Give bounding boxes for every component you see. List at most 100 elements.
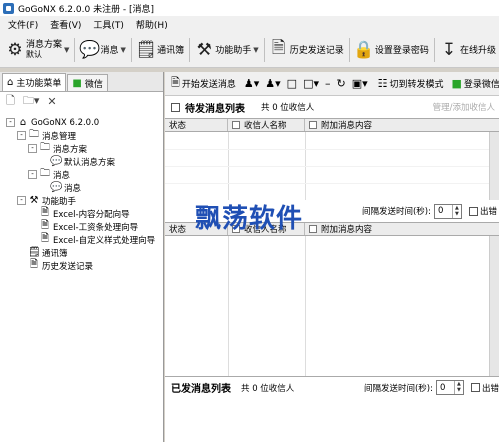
- history-label: 历史发送记录: [289, 46, 344, 56]
- message-label: 消息: [100, 46, 119, 56]
- new-folder-icon[interactable]: 🗀▾: [23, 92, 40, 111]
- tree-item[interactable]: - 🗀 消息: [0, 168, 163, 181]
- column-status[interactable]: 状态: [165, 119, 228, 131]
- spin-arrows-icon[interactable]: ▲ ▼: [451, 204, 461, 218]
- menu-view[interactable]: 查看(V): [44, 18, 87, 31]
- pending-scrollbar[interactable]: [489, 132, 499, 200]
- attach-button[interactable]: □: [285, 77, 301, 90]
- lock-icon: 🔒: [353, 39, 375, 60]
- column-status-label: 状态: [169, 225, 187, 235]
- attach-column-checkbox[interactable]: [309, 121, 317, 129]
- upgrade-button[interactable]: ↧ 在线升级: [436, 35, 499, 65]
- tree-item[interactable]: 🗎 历史发送记录: [0, 259, 163, 272]
- minus-icon: –: [324, 77, 331, 90]
- spin-arrows-icon[interactable]: ▲ ▼: [453, 381, 463, 394]
- sent-interval-label: 间隔发送时间(秒):: [363, 383, 433, 394]
- tree-item-label: Excel-自定义样式处理向导: [53, 235, 156, 246]
- pending-select-all-checkbox[interactable]: [171, 102, 180, 112]
- document-icon: 🗎: [271, 38, 286, 58]
- attach-column-checkbox[interactable]: [309, 225, 317, 233]
- tree-expander-icon[interactable]: -: [17, 196, 26, 205]
- interval-value: 0: [437, 206, 444, 216]
- sent-scrollbar[interactable]: [489, 236, 499, 376]
- tree-item[interactable]: 💬 消息: [0, 181, 163, 194]
- tree-item[interactable]: 🗎 Excel-工资条处理向导: [0, 220, 163, 233]
- column-attach[interactable]: 附加消息内容: [305, 119, 489, 131]
- import-icon: □▾: [303, 77, 319, 90]
- recipient-options-button[interactable]: ♟▾: [263, 77, 284, 90]
- tree-item-label: 通讯簿: [42, 248, 68, 259]
- tree-item[interactable]: - ⚒ 功能助手: [0, 194, 163, 207]
- manage-recipients-link[interactable]: 管理/添加收信人: [433, 101, 495, 113]
- menu-help[interactable]: 帮助(H): [130, 18, 174, 31]
- send-icon: 🗎: [171, 76, 180, 89]
- column-attach[interactable]: 附加消息内容: [305, 223, 489, 235]
- recipient-column-checkbox[interactable]: [232, 121, 240, 129]
- contacts-button[interactable]: 🗒 通讯簿: [133, 35, 187, 65]
- import-button[interactable]: □▾: [301, 77, 323, 90]
- pending-list-title: 待发消息列表: [185, 103, 245, 115]
- chevron-down-icon[interactable]: ▼: [121, 46, 126, 54]
- chat-icon: 💬: [50, 182, 63, 193]
- wechat-icon: ■: [72, 77, 82, 89]
- error-checkbox[interactable]: [468, 206, 478, 216]
- add-recipient-button[interactable]: ♟▾: [242, 77, 263, 90]
- tree-item[interactable]: - 🗀 消息方案: [0, 142, 163, 155]
- tab-main-menu[interactable]: ⌂ 主功能菜单: [2, 73, 67, 91]
- message-button[interactable]: 💬 消息 ▼: [77, 35, 129, 65]
- left-tabs: ⌂ 主功能菜单 ■ 微信: [0, 72, 163, 92]
- sent-error-checkbox[interactable]: [470, 383, 480, 392]
- remove-button[interactable]: –: [323, 77, 335, 90]
- message-scheme-button[interactable]: ⚙ 消息方案 默认 ▼: [2, 35, 72, 65]
- title-bar: GoGoNX 6.2.0.0 未注册 - [消息]: [0, 0, 499, 16]
- start-send-label: 开始发送消息: [181, 80, 236, 90]
- tree-expander-icon[interactable]: -: [28, 144, 37, 153]
- tree-item[interactable]: 💬 默认消息方案: [0, 155, 163, 168]
- tree-item-label: 消息方案: [53, 144, 88, 155]
- tree-item[interactable]: - ⌂ GoGoNX 6.2.0.0: [0, 116, 163, 129]
- column-recipient[interactable]: 收信人名称: [228, 119, 305, 131]
- interval-stepper[interactable]: 0 ▲ ▼: [433, 203, 462, 219]
- contacts-label: 通讯簿: [157, 46, 185, 56]
- navigation-tree: - ⌂ GoGoNX 6.2.0.0- 🗀 消息管理 - 🗀 消息方案 💬 默认消息方案 - 🗀 消息 💬…: [0, 110, 163, 272]
- menu-tools[interactable]: 工具(T): [87, 18, 130, 31]
- tree-expander-icon[interactable]: -: [6, 118, 15, 127]
- chat-icon: 💬: [50, 156, 63, 167]
- pending-grid[interactable]: [165, 132, 499, 200]
- tree-expander-icon[interactable]: -: [28, 170, 37, 179]
- assistant-button[interactable]: ⚒ 功能助手 ▼: [191, 35, 261, 65]
- tree-item-label: 历史发送记录: [42, 261, 94, 272]
- sent-interval-stepper[interactable]: 0 ▲ ▼: [435, 380, 464, 395]
- new-file-icon[interactable]: 🗋: [6, 92, 15, 111]
- pending-list-header: 待发消息列表 共 0 位收信人 管理/添加收信人: [165, 96, 499, 118]
- error-check-label: 出错: [479, 207, 497, 217]
- tree-item[interactable]: 🗒 通讯簿: [0, 246, 163, 259]
- set-password-button[interactable]: 🔒 设置登录密码: [351, 35, 432, 65]
- home-icon: ⌂: [7, 77, 14, 88]
- tree-item[interactable]: - 🗀 消息管理: [0, 129, 163, 142]
- tree-item[interactable]: 🗎 Excel-自定义样式处理向导: [0, 233, 163, 246]
- tab-wechat[interactable]: ■ 微信: [67, 74, 108, 91]
- tab-wechat-label: 微信: [84, 79, 103, 90]
- switch-mode-button[interactable]: ☷ 切到转发模式: [376, 77, 446, 90]
- password-label: 设置登录密码: [374, 46, 429, 56]
- pending-grid-header: 状态 收信人名称 附加消息内容: [165, 118, 499, 132]
- tree-expander-icon[interactable]: -: [17, 131, 26, 140]
- menu-file[interactable]: 文件(F): [2, 18, 44, 31]
- sent-grid[interactable]: [165, 236, 499, 376]
- right-panel: 🗎 开始发送消息 ♟▾ ♟▾ □ □▾ – ↻ ▣▾ ☷ 切到转发模式 ■ 登录…: [165, 72, 499, 442]
- history-button[interactable]: 🗎 历史发送记录: [266, 35, 347, 65]
- wechat-login-button[interactable]: ■ 登录微信: [450, 77, 499, 90]
- sent-error-check-label: 出错: [481, 383, 499, 394]
- history-icon: 🗎: [29, 259, 39, 270]
- delete-icon[interactable]: ✕: [47, 95, 56, 108]
- chevron-down-icon[interactable]: ▼: [64, 46, 69, 54]
- message-scheme-sub: 默认: [26, 49, 42, 59]
- tree-item[interactable]: 🗎 Excel-内容分配向导: [0, 207, 163, 220]
- preview-button[interactable]: ▣▾: [350, 77, 372, 90]
- refresh-button[interactable]: ↻: [334, 77, 349, 90]
- pending-count: 共 0 位收信人: [261, 103, 315, 113]
- tree-item-label: 默认消息方案: [64, 157, 116, 168]
- start-send-button[interactable]: 🗎 开始发送消息: [169, 74, 238, 93]
- chevron-down-icon[interactable]: ▼: [253, 46, 258, 54]
